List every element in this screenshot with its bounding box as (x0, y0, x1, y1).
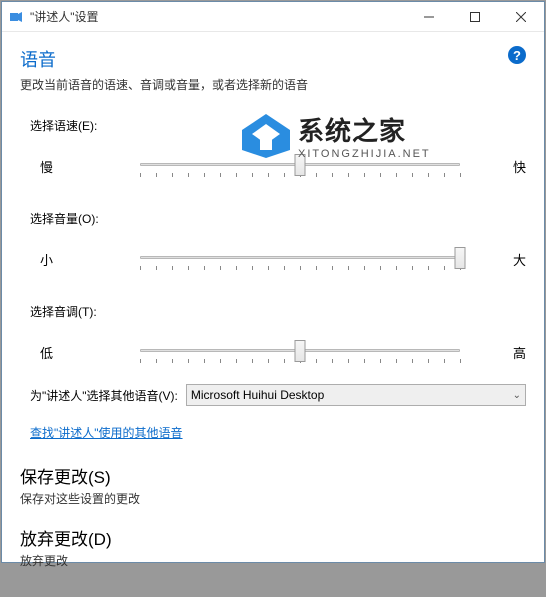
speed-min-label: 慢 (40, 157, 80, 176)
save-block[interactable]: 保存更改(S) 保存对这些设置的更改 (20, 463, 526, 507)
window-title: "讲述人"设置 (30, 8, 406, 25)
find-voices-link-row: 查找"讲述人"使用的其他语音 (20, 424, 526, 441)
app-icon (8, 9, 24, 25)
section-subtitle: 更改当前语音的语速、音调或音量，或者选择新的语音 (20, 76, 526, 93)
voice-select-row: 为"讲述人"选择其他语音(V): Microsoft Huihui Deskto… (20, 384, 526, 406)
volume-min-label: 小 (40, 250, 80, 269)
section-title: 语音 (20, 46, 526, 72)
close-button[interactable] (498, 2, 544, 31)
voice-select-value: Microsoft Huihui Desktop (191, 388, 324, 402)
pitch-slider-row: 低 高 (30, 338, 526, 366)
volume-max-label: 大 (486, 250, 526, 269)
pitch-min-label: 低 (40, 343, 80, 362)
help-icon[interactable]: ? (508, 46, 526, 64)
speed-label: 选择语速(E): (30, 117, 526, 134)
narrator-settings-window: "讲述人"设置 ? 语音 更改当前语音的语速、音调或音量，或者选择新的语音 选择… (1, 1, 545, 563)
speed-group: 选择语速(E): 慢 快 (20, 117, 526, 180)
speed-max-label: 快 (486, 157, 526, 176)
pitch-max-label: 高 (486, 343, 526, 362)
discard-block[interactable]: 放弃更改(D) 放弃更改 (20, 525, 526, 569)
titlebar: "讲述人"设置 (2, 2, 544, 32)
voice-select-label: 为"讲述人"选择其他语音(V): (30, 387, 178, 404)
speed-slider-row: 慢 快 (30, 152, 526, 180)
pitch-group: 选择音调(T): 低 高 (20, 303, 526, 366)
volume-label: 选择音量(O): (30, 210, 526, 227)
save-title: 保存更改(S) (20, 463, 526, 488)
pitch-slider[interactable] (140, 338, 460, 366)
maximize-button[interactable] (452, 2, 498, 31)
chevron-down-icon: ⌄ (513, 390, 521, 401)
discard-title: 放弃更改(D) (20, 525, 526, 550)
pitch-label: 选择音调(T): (30, 303, 526, 320)
save-sub: 保存对这些设置的更改 (20, 490, 526, 507)
volume-slider[interactable] (140, 245, 460, 273)
find-voices-link[interactable]: 查找"讲述人"使用的其他语音 (30, 426, 183, 440)
volume-group: 选择音量(O): 小 大 (20, 210, 526, 273)
window-controls (406, 2, 544, 31)
voice-select-dropdown[interactable]: Microsoft Huihui Desktop ⌄ (186, 384, 526, 406)
minimize-button[interactable] (406, 2, 452, 31)
content-area: ? 语音 更改当前语音的语速、音调或音量，或者选择新的语音 选择语速(E): 慢… (2, 32, 544, 597)
volume-slider-row: 小 大 (30, 245, 526, 273)
speed-slider[interactable] (140, 152, 460, 180)
discard-sub: 放弃更改 (20, 552, 526, 569)
